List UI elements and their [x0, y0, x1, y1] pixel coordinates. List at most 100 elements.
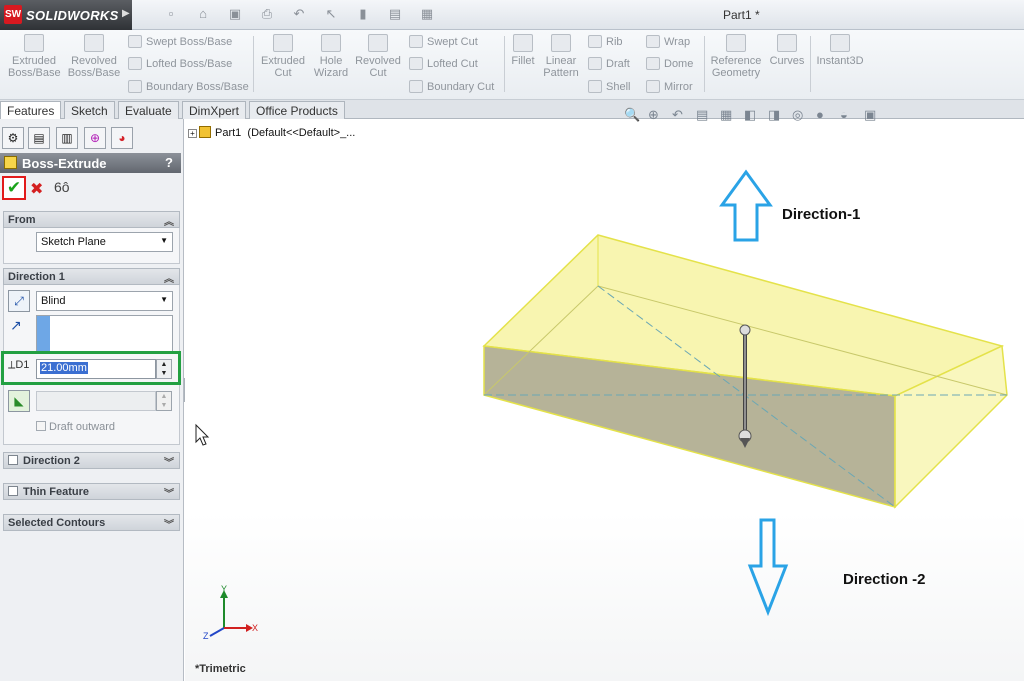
- draft-outward-checkbox[interactable]: Draft outward: [36, 421, 115, 433]
- tab-features[interactable]: Features: [0, 101, 62, 119]
- select-icon[interactable]: ↖: [320, 6, 342, 24]
- revolved-boss-button[interactable]: Revolved Boss/Base: [66, 34, 122, 79]
- tab-office-products[interactable]: Office Products: [249, 101, 345, 119]
- collapse-chevron-icon: ︽: [164, 274, 174, 285]
- selected-contours-group-header[interactable]: Selected Contours ︾: [3, 514, 180, 531]
- revolved-cut-button[interactable]: Revolved Cut: [354, 34, 402, 79]
- direction2-group-header[interactable]: Direction 2 ︾: [3, 452, 180, 469]
- linear-pattern-button[interactable]: Linear Pattern: [541, 34, 581, 79]
- new-document-icon[interactable]: ▫: [160, 6, 182, 24]
- ribbon-divider: [810, 36, 811, 92]
- from-select[interactable]: Sketch Plane ▼: [36, 232, 173, 252]
- options-icon[interactable]: ▦: [416, 6, 438, 24]
- solidworks-menu-button[interactable]: SW SOLIDWORKS ▶: [0, 0, 132, 30]
- fillet-button[interactable]: Fillet: [508, 34, 538, 67]
- from-group-header[interactable]: From ︽: [3, 211, 180, 228]
- thin-feature-group-header[interactable]: Thin Feature ︾: [3, 483, 180, 500]
- draft-on-off-icon[interactable]: ◣: [8, 390, 30, 412]
- command-manager-ribbon: Extruded Boss/Base Revolved Boss/Base Sw…: [0, 30, 1024, 100]
- open-document-icon[interactable]: ⌂: [192, 6, 214, 24]
- rebuild-icon[interactable]: ▮: [352, 6, 374, 24]
- dynamic-annotation-icon[interactable]: ▦: [720, 107, 735, 122]
- boss-extrude-header: Boss-Extrude ?: [0, 153, 181, 173]
- graphics-viewport[interactable]: [185, 119, 1024, 681]
- heads-up-view-toolbar: 🔍 ⊕ ↶ ▤ ▦ ◧ ◨ ◎ ● ◒ ▣: [624, 107, 879, 122]
- direction1-group-header[interactable]: Direction 1 ︽: [3, 268, 180, 285]
- rib-button[interactable]: Rib: [588, 35, 623, 48]
- swept-cut-button[interactable]: Swept Cut: [409, 35, 478, 48]
- panel-tab-icons: ⚙ ▤ ▥ ⊕ ◕: [0, 123, 184, 151]
- zoom-to-area-icon[interactable]: ⊕: [648, 107, 663, 122]
- view-settings-icon[interactable]: ▣: [864, 107, 879, 122]
- help-button[interactable]: ?: [165, 155, 173, 170]
- depth-spinner[interactable]: ▲ ▼: [156, 359, 172, 379]
- swept-cut-icon: [409, 35, 423, 48]
- display-manager-icon[interactable]: ◕: [111, 127, 133, 149]
- swept-boss-button[interactable]: Swept Boss/Base: [128, 35, 232, 48]
- shell-button[interactable]: Shell: [588, 80, 630, 93]
- title-bar: SW SOLIDWORKS ▶ ▫ ⌂ ▣ ⎙ ↶ ↖ ▮ ▤ ▦ Part1 …: [0, 0, 1024, 30]
- instant3d-button[interactable]: Instant3D: [814, 34, 866, 67]
- draft-button[interactable]: Draft: [588, 57, 630, 70]
- section-view-icon[interactable]: ▤: [696, 107, 711, 122]
- depth-input[interactable]: 21.00mm: [36, 359, 156, 379]
- display-style-icon[interactable]: ◨: [768, 107, 783, 122]
- axis-z-label: Z: [203, 631, 209, 641]
- extruded-boss-button[interactable]: Extruded Boss/Base: [8, 34, 61, 79]
- flyout-feature-tree[interactable]: + Part1 (Default<<Default>_...: [188, 126, 355, 139]
- view-orientation-label: *Trimetric: [195, 663, 246, 675]
- shell-icon: [588, 80, 602, 93]
- extrude-feature-icon: [4, 156, 17, 169]
- view-orientation-icon[interactable]: ◧: [744, 107, 759, 122]
- boundary-cut-icon: [409, 80, 423, 93]
- property-manager-icon[interactable]: ▤: [28, 127, 50, 149]
- ok-checkmark-button[interactable]: ✔: [2, 176, 26, 200]
- solidworks-logo-icon: SW: [4, 5, 22, 24]
- tab-evaluate[interactable]: Evaluate: [118, 101, 179, 119]
- detailed-preview-button[interactable]: 6ô: [54, 179, 70, 195]
- undo-icon[interactable]: ↶: [288, 6, 310, 24]
- wrap-button[interactable]: Wrap: [646, 35, 690, 48]
- extruded-boss-icon: [24, 34, 44, 52]
- curves-button[interactable]: Curves: [767, 34, 807, 67]
- tab-sketch[interactable]: Sketch: [64, 101, 115, 119]
- extruded-cut-icon: [273, 34, 293, 52]
- file-properties-icon[interactable]: ▤: [384, 6, 406, 24]
- hide-show-items-icon[interactable]: ◎: [792, 107, 807, 122]
- apply-scene-icon[interactable]: ◒: [840, 107, 855, 122]
- feature-manager-icon[interactable]: ⚙: [2, 127, 24, 149]
- lofted-boss-icon: [128, 57, 142, 70]
- dimxpert-manager-icon[interactable]: ⊕: [84, 127, 106, 149]
- dome-button[interactable]: Dome: [646, 57, 693, 70]
- reference-geometry-icon: [726, 34, 746, 52]
- curves-icon: [777, 34, 797, 52]
- mirror-icon: [646, 80, 660, 93]
- edit-appearance-icon[interactable]: ●: [816, 107, 831, 122]
- menu-arrow-icon: ▶: [122, 8, 130, 19]
- zoom-to-fit-icon[interactable]: 🔍: [624, 107, 640, 122]
- lofted-boss-button[interactable]: Lofted Boss/Base: [128, 57, 232, 70]
- save-icon[interactable]: ▣: [224, 6, 246, 24]
- end-condition-select[interactable]: Blind ▼: [36, 291, 173, 311]
- lofted-cut-button[interactable]: Lofted Cut: [409, 57, 478, 70]
- swept-boss-icon: [128, 35, 142, 48]
- mirror-button[interactable]: Mirror: [646, 80, 693, 93]
- direction2-checkbox[interactable]: [8, 455, 18, 465]
- previous-view-icon[interactable]: ↶: [672, 107, 687, 122]
- thin-feature-checkbox[interactable]: [8, 486, 18, 496]
- boundary-boss-button[interactable]: Boundary Boss/Base: [128, 80, 249, 93]
- configuration-manager-icon[interactable]: ▥: [56, 127, 78, 149]
- linear-pattern-icon: [551, 34, 571, 52]
- hole-wizard-button[interactable]: Hole Wizard: [310, 34, 352, 79]
- tab-dimxpert[interactable]: DimXpert: [182, 101, 247, 119]
- axis-y-label: Y: [221, 584, 228, 594]
- direction-of-extrusion-field[interactable]: [36, 315, 173, 353]
- reference-geometry-button[interactable]: Reference Geometry: [709, 34, 763, 79]
- expand-icon[interactable]: +: [188, 129, 197, 138]
- cancel-button[interactable]: ✖: [30, 179, 43, 199]
- reverse-direction-icon[interactable]: ⤢: [8, 290, 30, 312]
- extruded-cut-button[interactable]: Extruded Cut: [258, 34, 308, 79]
- print-icon[interactable]: ⎙: [256, 6, 278, 24]
- boundary-cut-button[interactable]: Boundary Cut: [409, 80, 494, 93]
- direction1-label: Direction-1: [782, 206, 861, 223]
